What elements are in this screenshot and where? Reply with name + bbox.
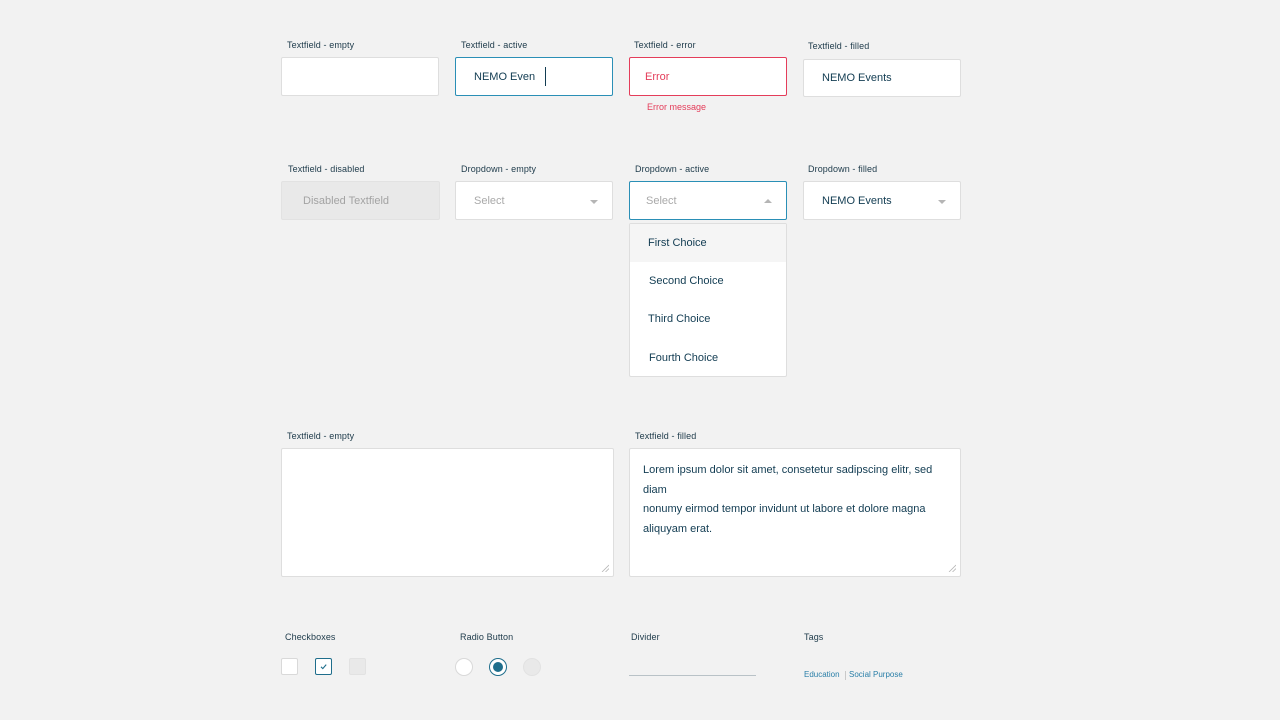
textfield-error-value: Error bbox=[645, 70, 670, 83]
radio-unchecked[interactable] bbox=[455, 658, 473, 676]
textfield-error[interactable]: Error bbox=[629, 57, 787, 96]
textfield-disabled-label: Textfield - disabled bbox=[288, 164, 365, 174]
dropdown-empty-placeholder: Select bbox=[474, 194, 505, 207]
divider-label: Divider bbox=[631, 632, 660, 642]
tag-education[interactable]: Education bbox=[804, 670, 840, 679]
dropdown-option[interactable]: Second Choice bbox=[630, 262, 786, 300]
text-cursor bbox=[545, 67, 547, 86]
dropdown-empty[interactable]: Select bbox=[455, 181, 613, 220]
dropdown-active-placeholder: Select bbox=[646, 194, 677, 207]
check-icon bbox=[320, 664, 327, 670]
textarea-empty-label: Textfield - empty bbox=[287, 431, 355, 441]
dropdown-option[interactable]: Third Choice bbox=[630, 300, 786, 338]
checkbox-checked[interactable] bbox=[315, 658, 332, 675]
tag-separator bbox=[845, 671, 846, 680]
textfield-empty[interactable] bbox=[281, 57, 439, 96]
textfield-error-label: Textfield - error bbox=[634, 40, 696, 50]
radio-dot bbox=[492, 661, 503, 672]
textarea-filled[interactable]: Lorem ipsum dolor sit amet, consetetur s… bbox=[629, 448, 961, 577]
checkbox-unchecked[interactable] bbox=[281, 658, 298, 675]
dropdown-active-label: Dropdown - active bbox=[635, 164, 710, 174]
textarea-filled-label: Textfield - filled bbox=[635, 431, 697, 441]
radio-checked[interactable] bbox=[489, 658, 507, 676]
textfield-disabled-value: Disabled Textfield bbox=[303, 194, 390, 207]
dropdown-filled-value: NEMO Events bbox=[822, 194, 892, 207]
tag-social-purpose[interactable]: Social Purpose bbox=[849, 670, 903, 679]
checkboxes-label: Checkboxes bbox=[285, 632, 336, 642]
textarea-line: aliquyam erat. bbox=[643, 522, 713, 535]
resize-grip-icon[interactable] bbox=[601, 564, 609, 572]
divider bbox=[629, 675, 756, 676]
checkbox-disabled bbox=[349, 658, 366, 675]
chevron-down-icon bbox=[938, 200, 946, 204]
textarea-line: Lorem ipsum dolor sit amet, consetetur s… bbox=[643, 464, 933, 496]
textarea-line: nonumy eirmod tempor invidunt ut labore … bbox=[643, 503, 926, 515]
error-message: Error message bbox=[647, 102, 707, 112]
dropdown-empty-label: Dropdown - empty bbox=[461, 164, 537, 174]
dropdown-option[interactable]: Fourth Choice bbox=[630, 339, 786, 376]
textfield-filled-label: Textfield - filled bbox=[808, 41, 870, 51]
textfield-active-value: NEMO Even bbox=[474, 70, 536, 83]
chevron-up-icon bbox=[764, 199, 772, 203]
textfield-active[interactable]: NEMO Even bbox=[455, 57, 613, 96]
textfield-filled-value: NEMO Events bbox=[822, 72, 892, 84]
chevron-down-icon bbox=[590, 200, 598, 204]
dropdown-filled[interactable]: NEMO Events bbox=[803, 181, 961, 220]
dropdown-option[interactable]: First Choice bbox=[630, 224, 786, 262]
textfield-empty-label: Textfield - empty bbox=[287, 40, 355, 50]
textfield-filled[interactable]: NEMO Events bbox=[803, 59, 961, 97]
radio-disabled bbox=[523, 658, 541, 676]
dropdown-menu: First Choice Second Choice Third Choice … bbox=[629, 223, 787, 377]
resize-grip-icon[interactable] bbox=[948, 564, 956, 572]
dropdown-active[interactable]: Select bbox=[629, 181, 787, 220]
tags-label: Tags bbox=[804, 632, 824, 642]
textarea-empty[interactable] bbox=[281, 448, 614, 577]
textfield-active-label: Textfield - active bbox=[461, 40, 528, 50]
textfield-disabled: Disabled Textfield bbox=[281, 181, 440, 220]
radio-label: Radio Button bbox=[460, 632, 514, 642]
dropdown-filled-label: Dropdown - filled bbox=[808, 164, 878, 174]
